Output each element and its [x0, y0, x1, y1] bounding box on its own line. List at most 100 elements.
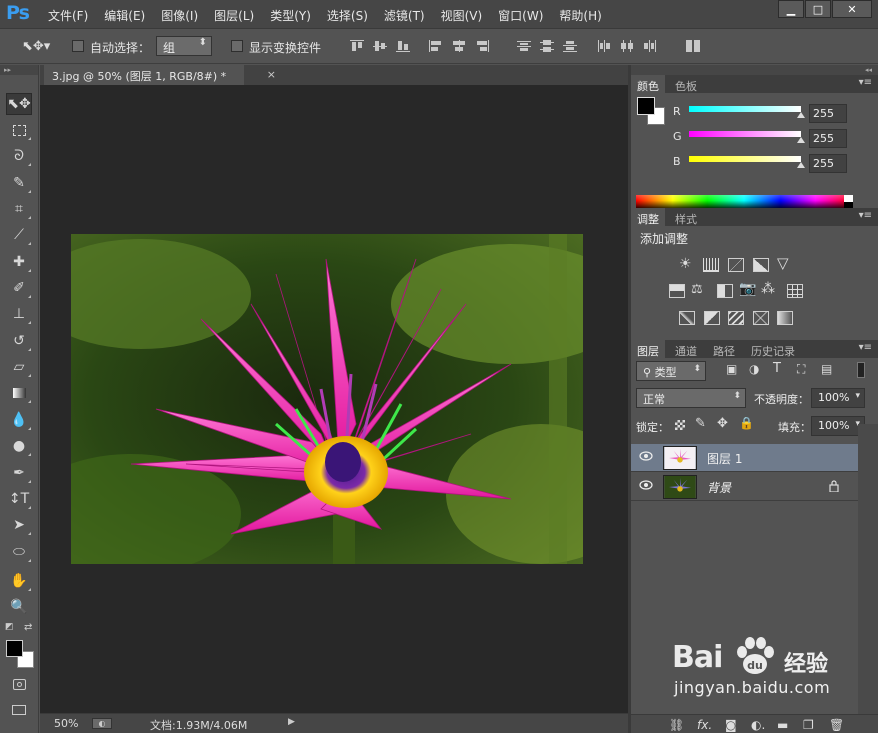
tab-styles[interactable]: 样式 [669, 208, 703, 226]
move-tool-preset-icon[interactable]: ⬉✥▾ [22, 39, 50, 54]
curves-icon[interactable] [728, 258, 744, 272]
eraser-tool-icon[interactable]: ▱ [6, 356, 32, 378]
gradient-tool-icon[interactable] [6, 382, 32, 404]
color-balance-icon[interactable]: ⚖ [691, 282, 703, 297]
document-tab[interactable]: 3.jpg @ 50% (图层 1, RGB/8#) * × [44, 65, 276, 85]
close-button[interactable]: ✕ [832, 0, 872, 18]
menu-filter[interactable]: 滤镜(T) [376, 7, 433, 24]
menu-type[interactable]: 类型(Y) [262, 7, 319, 24]
layer-filter-dropdown[interactable]: ⚲ 类型 ⬍ [636, 361, 706, 381]
distribute-hcenter-icon[interactable] [620, 40, 634, 52]
menu-file[interactable]: 文件(F) [40, 7, 96, 24]
eye-icon[interactable] [639, 480, 653, 490]
lock-all-icon[interactable]: 🔒 [739, 416, 754, 430]
default-colors-icon[interactable]: ◩ [5, 622, 14, 632]
panel-menu-icon[interactable]: ▾≡ [859, 342, 872, 353]
vibrance-icon[interactable]: ▽ [777, 254, 789, 272]
new-group-folder-icon[interactable]: ▬ [777, 718, 788, 732]
blue-value-input[interactable]: 255 [809, 154, 847, 173]
layer1-name[interactable]: 图层 1 [707, 450, 742, 467]
eye-icon[interactable] [639, 451, 653, 461]
align-right-icon[interactable] [475, 40, 489, 52]
eyedropper-tool-icon[interactable]: ⟋ [6, 224, 32, 246]
menu-help[interactable]: 帮助(H) [551, 7, 609, 24]
menu-image[interactable]: 图像(I) [153, 7, 206, 24]
exposure-icon[interactable] [753, 258, 769, 272]
color-panel-foreground-swatch[interactable] [637, 97, 655, 115]
marquee-tool-icon[interactable] [6, 119, 32, 141]
black-white-swatch[interactable] [844, 195, 853, 209]
red-value-input[interactable]: 255 [809, 104, 847, 123]
red-slider-thumb[interactable] [797, 112, 805, 118]
dodge-tool-icon[interactable]: ● [6, 435, 32, 457]
show-transform-checkbox[interactable] [231, 40, 243, 52]
green-slider[interactable] [689, 131, 801, 137]
auto-align-icon[interactable] [686, 40, 700, 52]
tab-channels[interactable]: 通道 [669, 340, 703, 358]
align-top-icon[interactable] [350, 40, 364, 52]
ellipse-tool-icon[interactable]: ⬭ [6, 541, 32, 563]
path-selection-tool-icon[interactable]: ➤ [6, 514, 32, 536]
filter-shape-icon[interactable]: ⛶ [797, 362, 805, 377]
align-bottom-icon[interactable] [396, 40, 410, 52]
lock-position-icon[interactable]: ✥ [717, 416, 728, 431]
color-lookup-icon[interactable] [787, 284, 803, 298]
blend-mode-dropdown[interactable]: 正常 ⬍ [636, 388, 746, 408]
black-white-icon[interactable] [717, 284, 733, 298]
move-tool-icon[interactable]: ⬉✥ [6, 93, 32, 115]
lock-image-brush-icon[interactable]: ✎ [695, 416, 706, 431]
new-adjustment-layer-icon[interactable]: ◐. [751, 718, 765, 732]
background-layer-name[interactable]: 背景 [707, 479, 731, 496]
filter-adjustment-icon[interactable]: ◑ [749, 362, 759, 376]
tab-swatches[interactable]: 色板 [669, 75, 703, 93]
color-spectrum-bar[interactable] [636, 195, 852, 209]
tab-adjustments[interactable]: 调整 [631, 208, 665, 226]
crop-tool-icon[interactable]: ⌗ [6, 198, 32, 220]
menu-window[interactable]: 窗口(W) [490, 7, 551, 24]
tab-history[interactable]: 历史记录 [745, 340, 801, 358]
panel-dock-grip[interactable]: ◂◂ [631, 65, 878, 75]
canvas-area[interactable] [40, 85, 628, 713]
threshold-icon[interactable] [728, 311, 744, 325]
green-value-input[interactable]: 255 [809, 129, 847, 148]
quick-mask-icon[interactable] [6, 673, 32, 695]
filter-pixel-icon[interactable]: ▣ [726, 362, 737, 376]
green-slider-thumb[interactable] [797, 137, 805, 143]
foreground-color-swatch[interactable] [6, 640, 23, 657]
distribute-left-icon[interactable] [597, 40, 611, 52]
screen-mode-icon[interactable] [6, 699, 32, 721]
blue-slider[interactable] [689, 156, 801, 162]
blur-tool-icon[interactable]: 💧 [6, 409, 32, 431]
opacity-input[interactable]: 100% ▾ [811, 388, 865, 408]
align-hcenter-icon[interactable] [452, 40, 466, 52]
pen-tool-icon[interactable]: ✒ [6, 462, 32, 484]
align-left-icon[interactable] [429, 40, 443, 52]
delete-layer-trash-icon[interactable]: 🗑 [829, 718, 844, 732]
distribute-right-icon[interactable] [643, 40, 657, 52]
filter-smart-object-icon[interactable]: ▤ [821, 362, 832, 376]
tools-panel-grip[interactable]: ▸▸ [0, 65, 38, 75]
history-brush-tool-icon[interactable]: ↺ [6, 330, 32, 352]
red-slider[interactable] [689, 106, 801, 112]
menu-select[interactable]: 选择(S) [319, 7, 376, 24]
selective-color-icon[interactable] [777, 311, 793, 325]
blue-slider-thumb[interactable] [797, 162, 805, 168]
quick-select-tool-icon[interactable]: ✎ [6, 172, 32, 194]
lock-transparent-icon[interactable] [675, 420, 685, 430]
link-layers-icon[interactable]: ⛓ [669, 718, 684, 732]
fill-input[interactable]: 100% ▾ [811, 416, 865, 436]
hand-tool-icon[interactable]: ✋ [6, 570, 32, 592]
levels-icon[interactable] [703, 258, 719, 272]
photo-filter-icon[interactable]: 📷 [739, 281, 756, 297]
brush-tool-icon[interactable]: ✐ [6, 277, 32, 299]
type-tool-icon[interactable]: ↕T [6, 488, 32, 510]
tab-color[interactable]: 颜色 [631, 75, 665, 93]
panel-menu-icon[interactable]: ▾≡ [859, 210, 872, 221]
healing-brush-tool-icon[interactable]: ✚ [6, 251, 32, 273]
layer-row-background[interactable]: 背景 [631, 473, 858, 501]
minimize-button[interactable]: ▁ [778, 0, 804, 18]
zoom-tool-icon[interactable]: 🔍 [6, 596, 32, 618]
channel-mixer-icon[interactable]: ⁂ [761, 281, 775, 297]
maximize-button[interactable]: □ [805, 0, 831, 18]
invert-icon[interactable] [679, 311, 695, 325]
